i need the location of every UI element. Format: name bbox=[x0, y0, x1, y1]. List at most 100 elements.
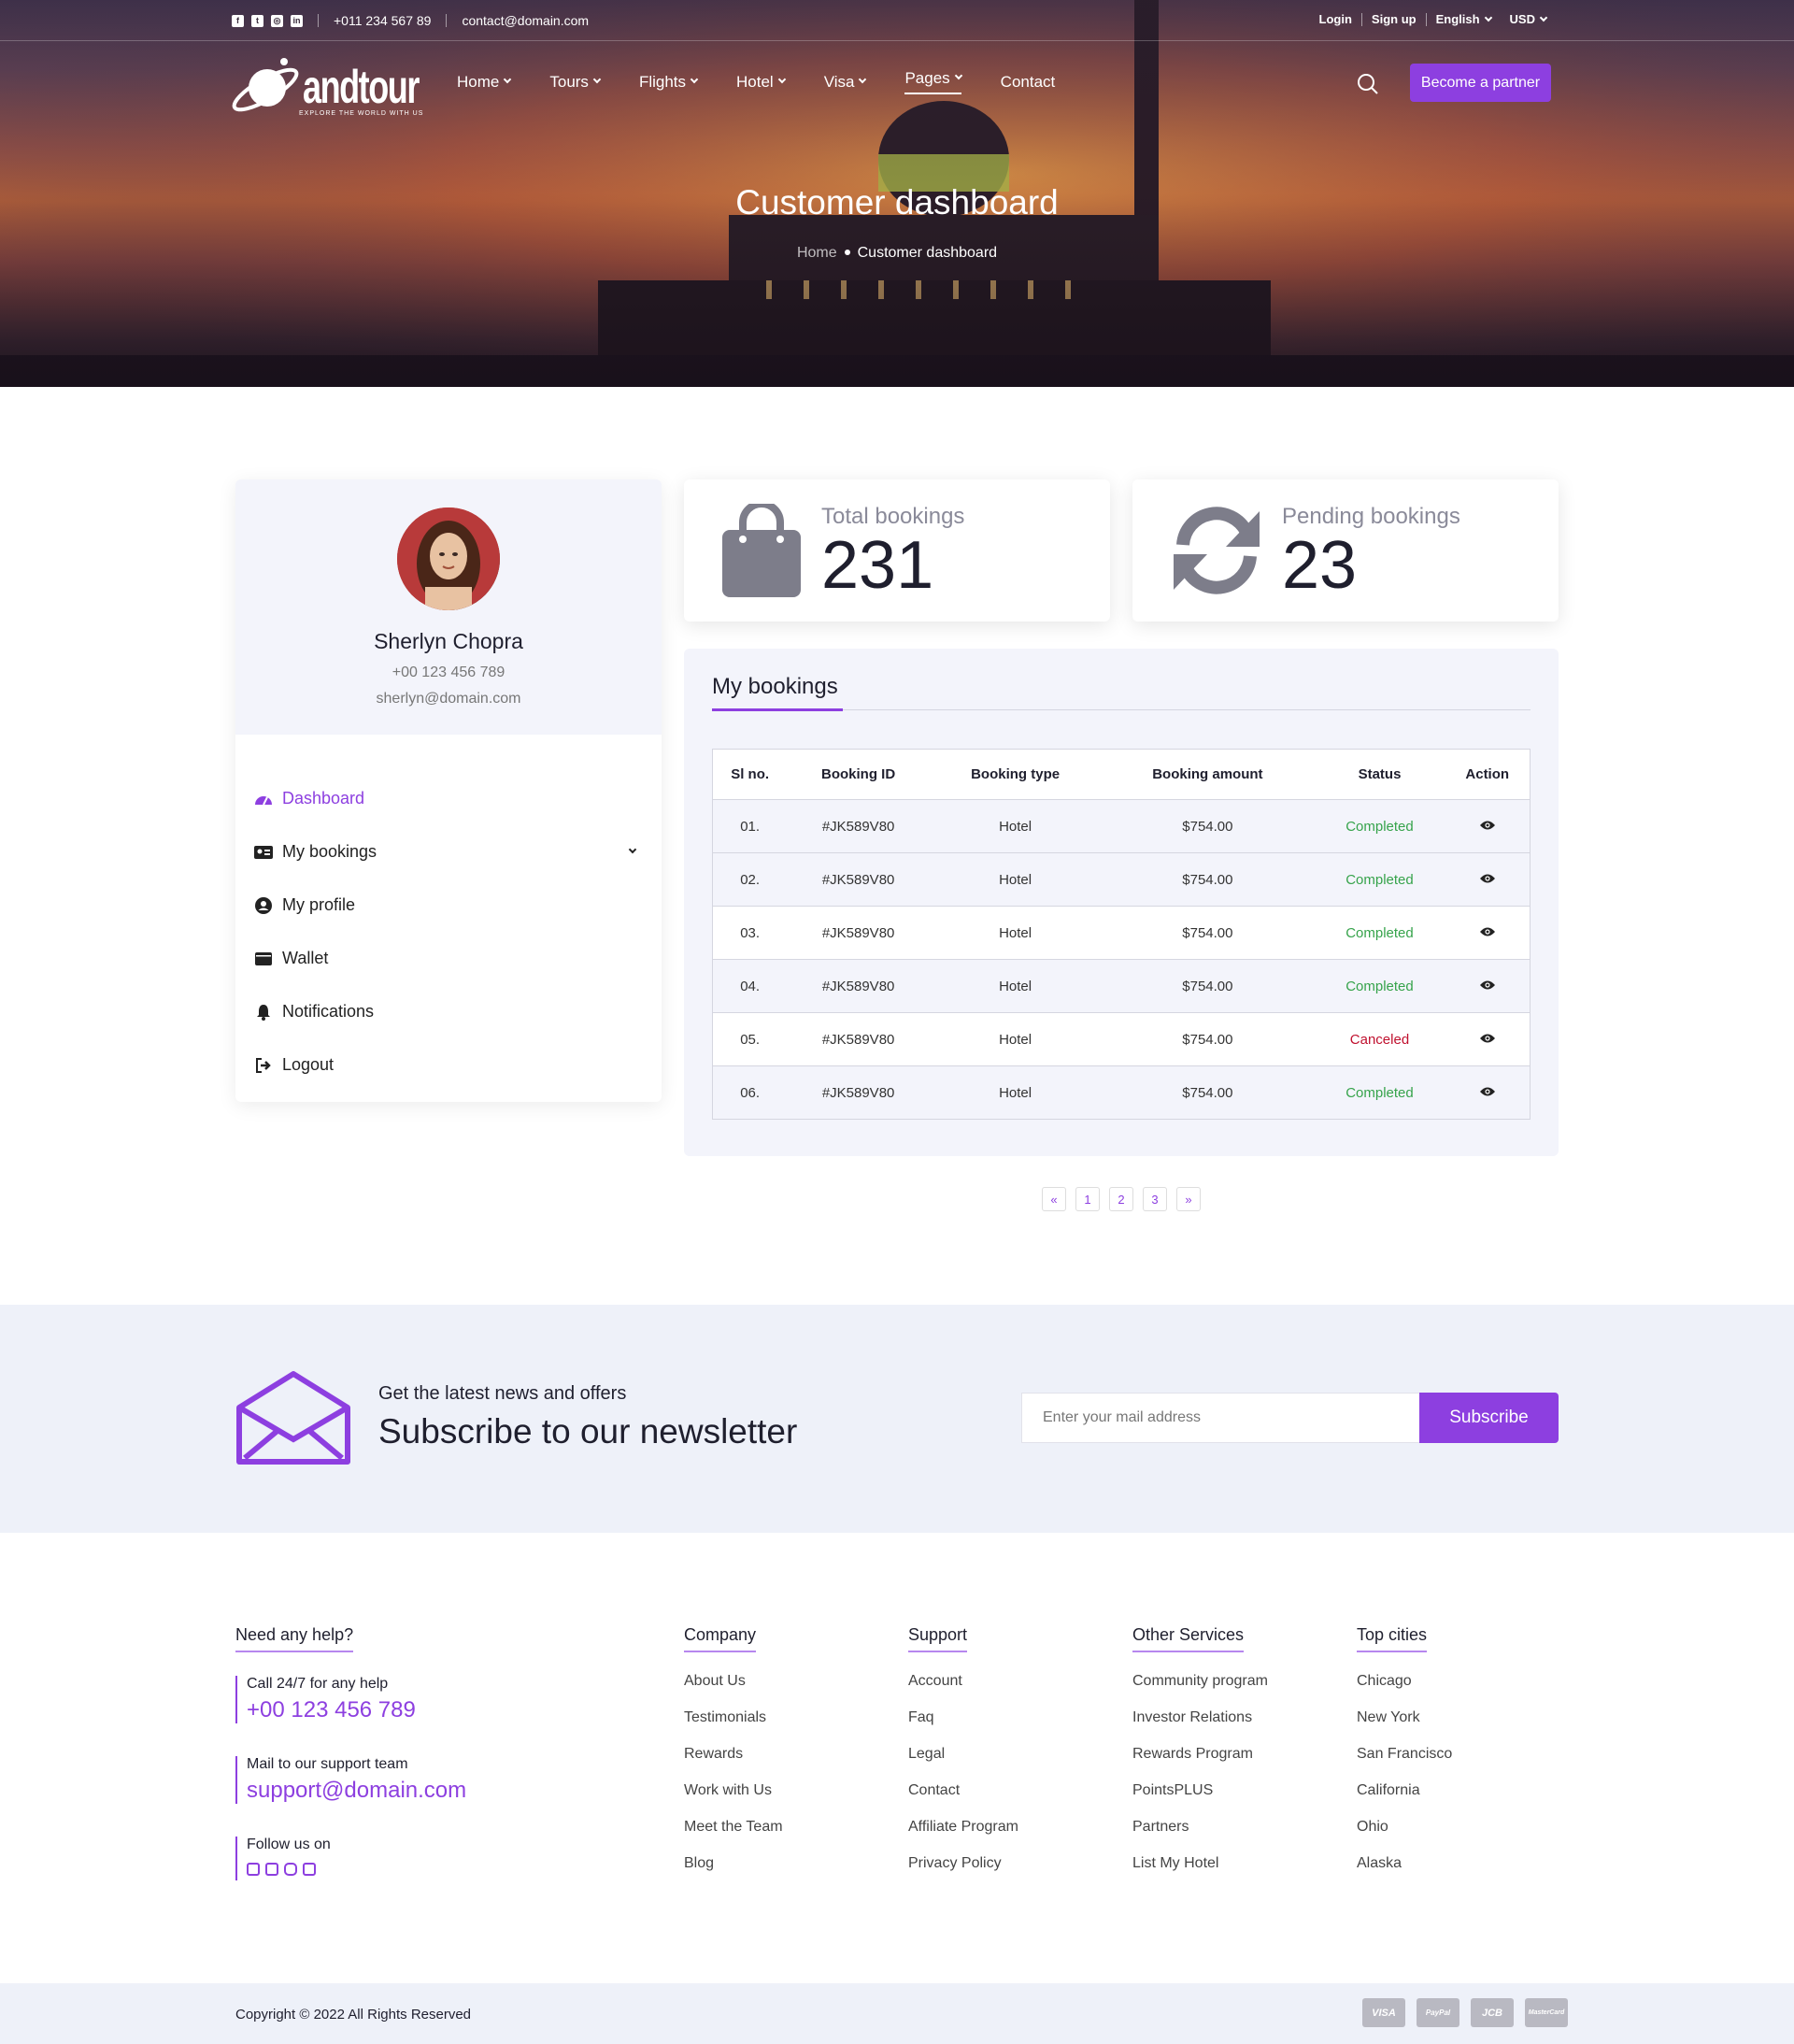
footer-link[interactable]: Work with Us bbox=[684, 1782, 783, 1819]
become-partner-button[interactable]: Become a partner bbox=[1410, 64, 1551, 102]
footer-link[interactable]: Ohio bbox=[1357, 1819, 1452, 1855]
twitter-icon[interactable] bbox=[265, 1863, 278, 1876]
id-card-icon bbox=[254, 844, 273, 861]
nav-label: Flights bbox=[638, 72, 687, 91]
sidebar-item-notifications[interactable]: Notifications bbox=[254, 985, 643, 1038]
footer-col-support: Support Account Faq Legal Contact Affili… bbox=[908, 1625, 1018, 1892]
linkedin-icon[interactable] bbox=[303, 1863, 316, 1876]
nav-item-contact[interactable]: Contact bbox=[1001, 69, 1056, 94]
sidebar-menu: Dashboard My bookings My profile Wallet … bbox=[254, 772, 643, 1092]
total-bookings-label: Total bookings bbox=[821, 504, 965, 529]
table-row: 04. #JK589V80 Hotel $754.00 Completed bbox=[712, 959, 1531, 1013]
eye-icon[interactable] bbox=[1479, 1033, 1496, 1044]
topbar-email[interactable]: contact@domain.com bbox=[462, 13, 589, 28]
footer-link[interactable]: Alaska bbox=[1357, 1855, 1452, 1892]
jcb-card-icon: JCB bbox=[1471, 1998, 1514, 2027]
sidebar-item-label: Notifications bbox=[282, 1002, 375, 1021]
nav-item-hotel[interactable]: Hotel bbox=[736, 69, 786, 94]
footer-link[interactable]: Legal bbox=[908, 1746, 1018, 1782]
sidebar-item-dashboard[interactable]: Dashboard bbox=[254, 772, 643, 825]
language-select[interactable]: English bbox=[1427, 12, 1501, 26]
pagination-next[interactable]: » bbox=[1176, 1187, 1201, 1211]
sidebar-item-my-bookings[interactable]: My bookings bbox=[254, 825, 643, 879]
title-underline bbox=[712, 708, 843, 711]
footer-link[interactable]: Meet the Team bbox=[684, 1819, 783, 1855]
footer-link[interactable]: Privacy Policy bbox=[908, 1855, 1018, 1892]
footer-link[interactable]: Testimonials bbox=[684, 1709, 783, 1746]
pagination-page-3[interactable]: 3 bbox=[1143, 1187, 1167, 1211]
cell-action bbox=[1445, 1065, 1531, 1120]
nav-item-tours[interactable]: Tours bbox=[549, 69, 602, 94]
footer-link[interactable]: Partners bbox=[1132, 1819, 1268, 1855]
cell-status: Completed bbox=[1314, 906, 1445, 960]
search-icon[interactable] bbox=[1357, 73, 1379, 95]
cell-booking-amount: $754.00 bbox=[1101, 1065, 1315, 1120]
nav-item-visa[interactable]: Visa bbox=[824, 69, 867, 94]
breadcrumb-separator bbox=[844, 250, 850, 255]
footer-link[interactable]: Account bbox=[908, 1673, 1018, 1709]
support-email[interactable]: support@domain.com bbox=[247, 1778, 466, 1804]
footer-help: Need any help? bbox=[235, 1625, 354, 1652]
chevron-down-icon[interactable] bbox=[628, 845, 637, 853]
breadcrumb-home[interactable]: Home bbox=[797, 245, 837, 261]
cell-sl-no: 01. bbox=[712, 799, 788, 853]
footer-col-title: Company bbox=[684, 1625, 757, 1652]
pagination-page-1[interactable]: 1 bbox=[1075, 1187, 1100, 1211]
footer-link[interactable]: Rewards bbox=[684, 1746, 783, 1782]
cell-booking-type: Hotel bbox=[929, 959, 1102, 1013]
linkedin-icon[interactable]: in bbox=[291, 14, 303, 27]
footer-link[interactable]: Rewards Program bbox=[1132, 1746, 1268, 1782]
nav-item-flights[interactable]: Flights bbox=[638, 69, 699, 94]
eye-icon[interactable] bbox=[1479, 873, 1496, 884]
footer-link[interactable]: New York bbox=[1357, 1709, 1452, 1746]
signup-link[interactable]: Sign up bbox=[1362, 12, 1426, 26]
sidebar-item-logout[interactable]: Logout bbox=[254, 1038, 643, 1092]
login-link[interactable]: Login bbox=[1310, 12, 1361, 26]
sidebar-item-my-profile[interactable]: My profile bbox=[254, 879, 643, 932]
twitter-icon[interactable]: t bbox=[251, 14, 263, 27]
footer-link[interactable]: Faq bbox=[908, 1709, 1018, 1746]
footer-link[interactable]: PointsPLUS bbox=[1132, 1782, 1268, 1819]
eye-icon[interactable] bbox=[1479, 1086, 1496, 1097]
facebook-icon[interactable]: f bbox=[232, 14, 244, 27]
sidebar-item-wallet[interactable]: Wallet bbox=[254, 932, 643, 985]
footer-col-top-cities: Top cities Chicago New York San Francisc… bbox=[1357, 1625, 1452, 1892]
footer-link[interactable]: Chicago bbox=[1357, 1673, 1452, 1709]
cell-action bbox=[1445, 1012, 1531, 1066]
logo-wordmark: andtour bbox=[303, 61, 420, 113]
chevron-down-icon bbox=[592, 75, 602, 83]
footer-link[interactable]: Community program bbox=[1132, 1673, 1268, 1709]
nav-item-home[interactable]: Home bbox=[457, 69, 512, 94]
eye-icon[interactable] bbox=[1479, 926, 1496, 937]
nav-item-pages[interactable]: Pages bbox=[904, 69, 962, 94]
mail-label: Mail to our support team bbox=[247, 1756, 408, 1772]
footer-link[interactable]: Blog bbox=[684, 1855, 783, 1892]
cell-action bbox=[1445, 959, 1531, 1013]
footer-link[interactable]: Investor Relations bbox=[1132, 1709, 1268, 1746]
call-number[interactable]: +00 123 456 789 bbox=[247, 1697, 416, 1723]
footer-link[interactable]: Contact bbox=[908, 1782, 1018, 1819]
currency-select[interactable]: USD bbox=[1501, 12, 1556, 26]
footer-link[interactable]: About Us bbox=[684, 1673, 783, 1709]
pagination-prev[interactable]: « bbox=[1042, 1187, 1066, 1211]
eye-icon[interactable] bbox=[1479, 979, 1496, 991]
subscribe-button[interactable]: Subscribe bbox=[1419, 1393, 1559, 1443]
cell-booking-id: #JK589V80 bbox=[787, 959, 930, 1013]
footer-link[interactable]: San Francisco bbox=[1357, 1746, 1452, 1782]
language-label: English bbox=[1435, 12, 1480, 26]
site-logo[interactable]: andtour EXPLORE THE WORLD WITH US bbox=[228, 52, 463, 121]
footer-link[interactable]: Affiliate Program bbox=[908, 1819, 1018, 1855]
newsletter-email-input[interactable]: Enter your mail address bbox=[1021, 1393, 1420, 1443]
cell-booking-id: #JK589V80 bbox=[787, 799, 930, 853]
facebook-icon[interactable] bbox=[247, 1863, 260, 1876]
footer-link[interactable]: California bbox=[1357, 1782, 1452, 1819]
eye-icon[interactable] bbox=[1479, 820, 1496, 831]
footer-link[interactable]: List My Hotel bbox=[1132, 1855, 1268, 1892]
footer-call-block: Call 24/7 for any help +00 123 456 789 bbox=[235, 1676, 416, 1723]
profile-email: sherlyn@domain.com bbox=[376, 691, 521, 707]
instagram-icon[interactable]: ◎ bbox=[271, 14, 283, 27]
pagination-page-2[interactable]: 2 bbox=[1109, 1187, 1133, 1211]
instagram-icon[interactable] bbox=[284, 1863, 297, 1876]
topbar-phone[interactable]: +011 234 567 89 bbox=[334, 13, 431, 28]
refresh-icon bbox=[1174, 507, 1260, 594]
